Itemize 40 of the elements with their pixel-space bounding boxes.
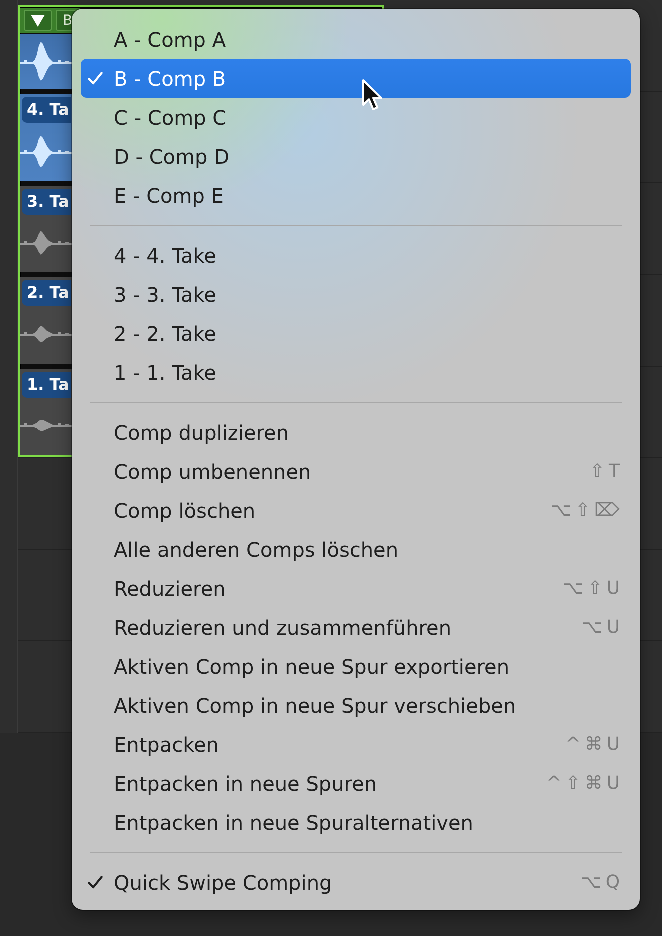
triangle-icon (31, 14, 45, 26)
menu-item[interactable]: 3 - 3. Take (81, 275, 631, 314)
menu-item[interactable]: Entpacken in neue Spuralternativen (81, 803, 631, 842)
keyboard-shortcut: ⌥⇧U (563, 578, 624, 599)
keyboard-shortcut: ⇧T (590, 461, 624, 482)
menu-item[interactable]: Alle anderen Comps löschen (81, 530, 631, 569)
menu-item[interactable]: Entpacken in neue Spuren ^⇧⌘U (81, 764, 631, 803)
keyboard-shortcut: ⌥Q (581, 872, 624, 893)
menu-item[interactable]: Aktiven Comp in neue Spur exportieren (81, 647, 631, 686)
waveform-drawing (20, 42, 72, 81)
menu-item[interactable]: 1 - 1. Take (81, 353, 631, 392)
arrow-cursor-icon (362, 79, 384, 112)
menu-item[interactable]: 4 - 4. Take (81, 236, 631, 275)
menu-item[interactable]: Aktiven Comp in neue Spur verschieben (81, 686, 631, 725)
menu-item[interactable]: Quick Swipe Comping ⌥Q (81, 863, 631, 902)
menu-item[interactable]: Reduzieren ⌥⇧U (81, 569, 631, 608)
keyboard-shortcut: ⌥U (582, 617, 624, 638)
take-name-label: 1. Ta (22, 372, 72, 398)
waveform-drawing (20, 420, 72, 432)
menu-item[interactable]: D - Comp D (81, 137, 631, 176)
menu-item[interactable]: Comp duplizieren (81, 413, 631, 452)
menu-item[interactable]: Entpacken ^⌘U (81, 725, 631, 764)
waveform-drawing (20, 136, 72, 168)
menu-item[interactable]: Reduzieren und zusammenführen ⌥U (81, 608, 631, 647)
keyboard-shortcut: ⌥⇧⌦ (550, 500, 624, 521)
take-name-label: 4. Ta (22, 97, 72, 123)
keyboard-shortcut: ^⇧⌘U (546, 773, 624, 794)
menu-item[interactable]: Comp umbenennen ⇧T (81, 452, 631, 491)
disclosure-button[interactable] (24, 10, 52, 31)
menu-item[interactable]: 2 - 2. Take (81, 314, 631, 353)
menu-item[interactable]: Comp löschen ⌥⇧⌦ (81, 491, 631, 530)
waveform-drawing (20, 230, 72, 256)
waveform-drawing (20, 326, 72, 344)
keyboard-shortcut: ^⌘U (566, 734, 624, 755)
take-name-label: 2. Ta (22, 280, 72, 306)
menu-item[interactable]: C - Comp C (81, 98, 631, 137)
menu-item[interactable]: A - Comp A (81, 20, 631, 59)
menu-item[interactable]: B - Comp B (81, 59, 631, 98)
take-name-label: 3. Ta (22, 188, 72, 214)
menu-item[interactable]: E - Comp E (81, 176, 631, 215)
